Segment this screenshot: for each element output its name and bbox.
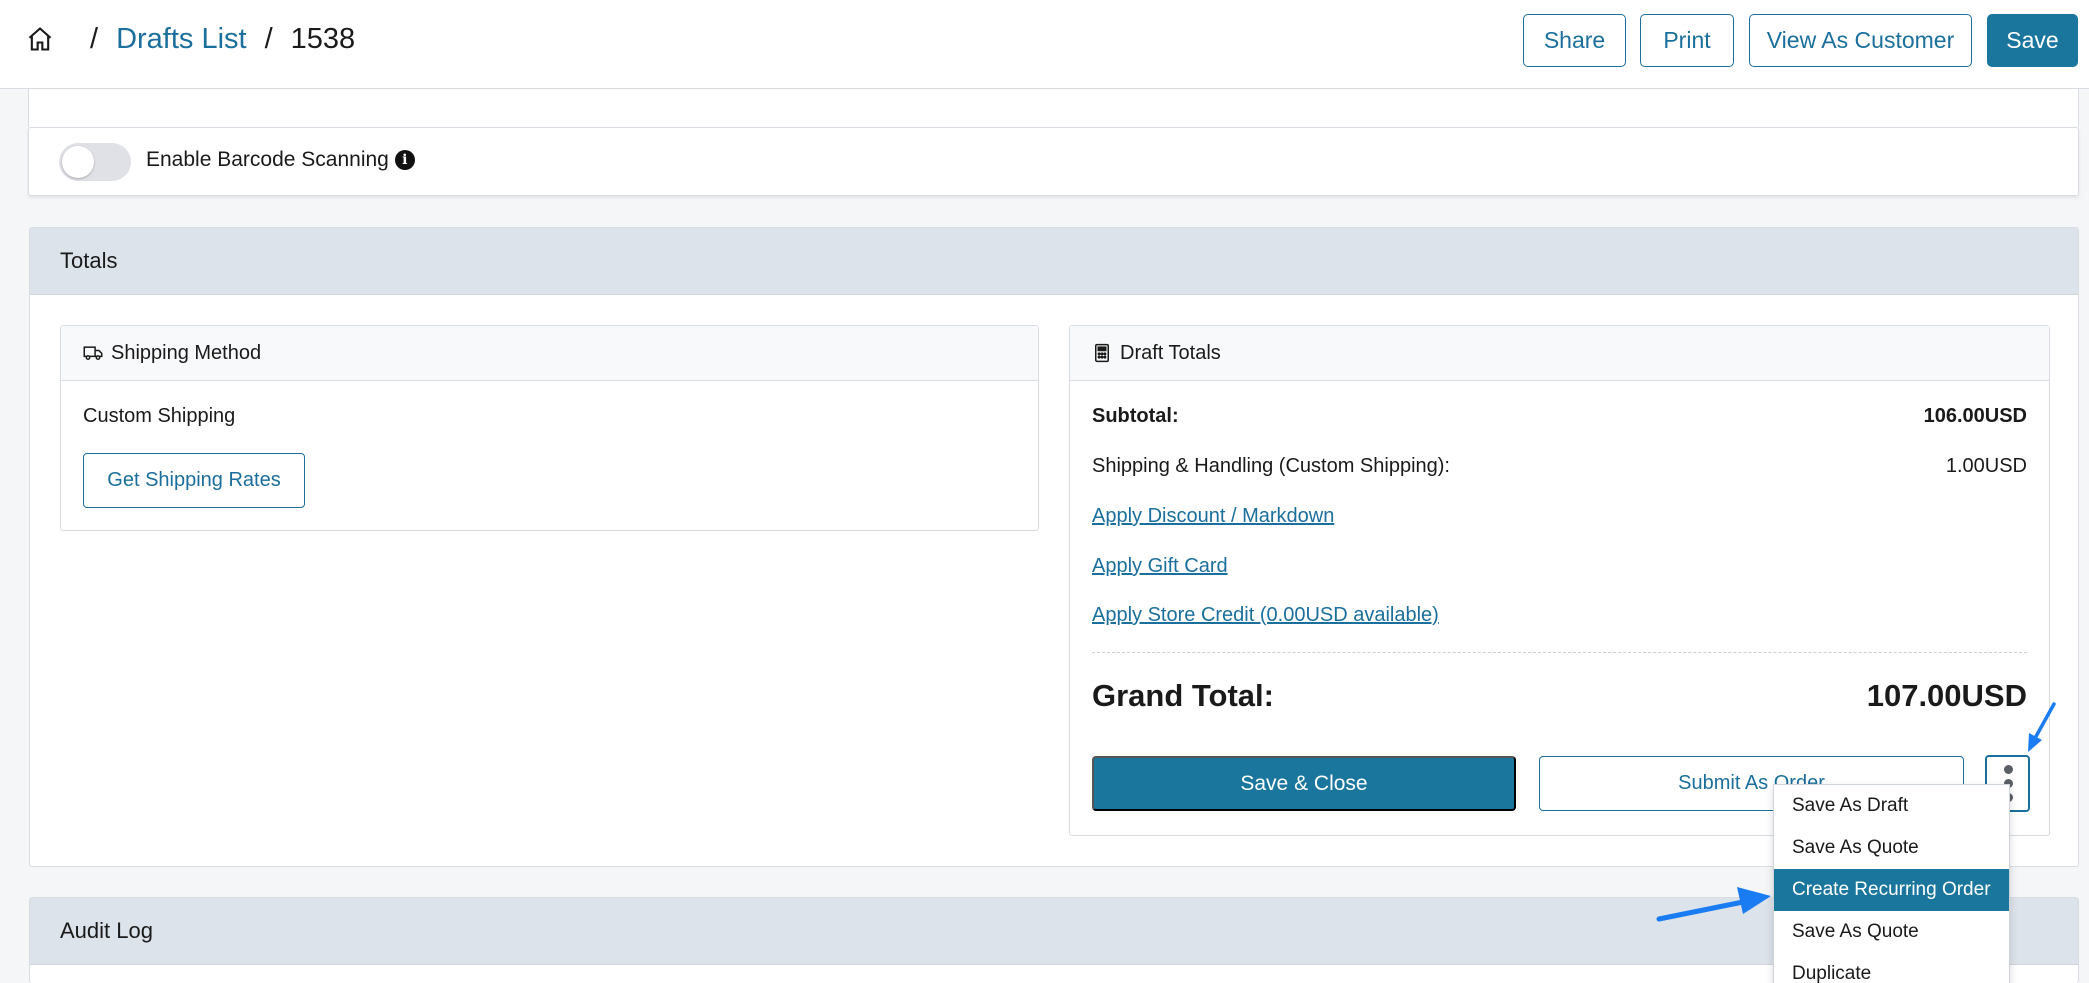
menu-item-save-as-quote-2[interactable]: Save As Quote <box>1774 911 2009 953</box>
calculator-icon <box>1095 343 1109 363</box>
breadcrumb-drafts-list-link[interactable]: Drafts List <box>116 23 247 56</box>
totals-divider <box>1092 652 2027 653</box>
grand-total-value: 107.00USD <box>1866 678 2027 713</box>
save-button[interactable]: Save <box>1987 14 2078 67</box>
subtotal-row: Subtotal: 106.00USD <box>1092 405 2027 428</box>
barcode-label: Enable Barcode Scanning i <box>146 148 415 172</box>
draft-totals-panel: Draft Totals Subtotal: 106.00USD Shippin… <box>1069 325 2050 836</box>
info-icon[interactable]: i <box>394 150 415 170</box>
breadcrumb: / Drafts List / 1538 <box>26 20 355 58</box>
draft-totals-header: Draft Totals <box>1070 326 2049 381</box>
menu-item-save-as-draft[interactable]: Save As Draft <box>1774 785 2009 827</box>
shipping-handling-row: Shipping & Handling (Custom Shipping): 1… <box>1092 455 2027 478</box>
print-button[interactable]: Print <box>1640 14 1734 67</box>
menu-item-save-as-quote[interactable]: Save As Quote <box>1774 827 2009 869</box>
save-and-close-button[interactable]: Save & Close <box>1092 756 1516 811</box>
menu-item-create-recurring-order[interactable]: Create Recurring Order <box>1774 869 2009 911</box>
kebab-dot-icon <box>2004 765 2013 774</box>
get-shipping-rates-button[interactable]: Get Shipping Rates <box>83 453 305 508</box>
grand-total-label: Grand Total: <box>1092 678 1274 713</box>
home-icon[interactable] <box>26 25 54 53</box>
toggle-knob <box>62 146 94 178</box>
draft-totals-title: Draft Totals <box>1120 341 1221 364</box>
shipping-method-title: Shipping Method <box>111 341 262 364</box>
barcode-toggle[interactable] <box>59 143 131 181</box>
barcode-card: Enable Barcode Scanning i <box>28 127 2079 196</box>
share-button[interactable]: Share <box>1523 14 1626 67</box>
totals-section-title: Totals <box>30 228 2078 295</box>
breadcrumb-separator: / <box>90 22 99 55</box>
apply-discount-link[interactable]: Apply Discount / Markdown <box>1092 505 1334 528</box>
top-bar: / Drafts List / 1538 Share Print View As… <box>0 0 2089 89</box>
grand-total-row: Grand Total: 107.00USD <box>1092 678 2027 714</box>
shipping-method-header: Shipping Method <box>61 326 1038 381</box>
shipping-method-panel: Shipping Method Custom Shipping Get Ship… <box>60 325 1039 531</box>
annotation-arrow-kebab-icon <box>2028 702 2056 752</box>
shipping-method-value: Custom Shipping <box>83 405 236 427</box>
subtotal-value: 106.00USD <box>1923 405 2027 427</box>
apply-gift-card-link[interactable]: Apply Gift Card <box>1092 555 1228 578</box>
card-top-strip <box>28 89 2079 127</box>
truck-icon <box>83 346 103 360</box>
menu-item-duplicate[interactable]: Duplicate <box>1774 953 2009 983</box>
totals-section: Totals Shipping Method Custom Shipping G… <box>29 227 2079 867</box>
apply-store-credit-link[interactable]: Apply Store Credit (0.00USD available) <box>1092 604 1439 627</box>
subtotal-label: Subtotal: <box>1092 405 1179 427</box>
breadcrumb-current: 1538 <box>290 22 356 55</box>
view-as-customer-button[interactable]: View As Customer <box>1749 14 1972 67</box>
breadcrumb-separator: / <box>264 22 273 55</box>
annotation-arrow-menu-icon <box>1656 887 1771 922</box>
barcode-label-text: Enable Barcode Scanning <box>146 148 389 171</box>
shipping-handling-value: 1.00USD <box>1945 455 2027 477</box>
more-actions-dropdown: Save As Draft Save As Quote Create Recur… <box>1773 784 2010 983</box>
shipping-handling-label: Shipping & Handling (Custom Shipping): <box>1092 455 1450 477</box>
